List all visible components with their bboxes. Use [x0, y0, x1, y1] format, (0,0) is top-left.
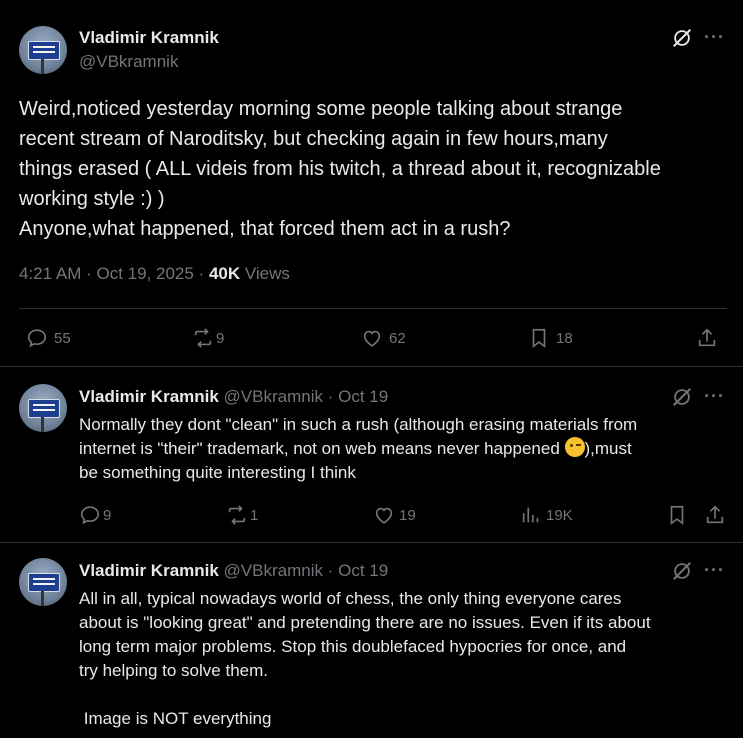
grok-icon[interactable]	[671, 560, 693, 582]
more-options-button[interactable]: ···	[704, 27, 725, 48]
tweet-text-line: things erased ( ALL videis from his twit…	[19, 158, 661, 180]
author-name[interactable]: Vladimir Kramnik	[79, 387, 219, 406]
like-count: 19	[399, 506, 416, 524]
avatar-sign-pole	[41, 59, 44, 74]
share-button[interactable]	[704, 504, 726, 526]
heart-icon	[375, 507, 393, 524]
reply-text-segment: ),must	[584, 439, 632, 458]
reply-text: All in all, typical nowadays world of ch…	[79, 587, 729, 731]
repost-button[interactable]: 9	[192, 327, 224, 349]
share-icon	[706, 505, 724, 524]
reply-icon	[80, 506, 100, 525]
more-options-button[interactable]: ···	[704, 560, 725, 581]
bookmark-icon	[670, 505, 684, 525]
reply-text-line: be something quite interesting I think	[79, 463, 356, 482]
reply-text-line: long term major problems. Stop this doub…	[79, 637, 627, 656]
repost-icon	[194, 328, 212, 348]
repost-button[interactable]: 1	[226, 504, 258, 526]
repost-count: 1	[250, 506, 259, 524]
tweet-text-line: working style :) )	[19, 188, 165, 210]
reply-count: 55	[54, 329, 71, 347]
author-handle-date[interactable]: @VBkramnik · Oct 19	[219, 387, 389, 406]
reply-text: Normally they dont "clean" in such a rus…	[79, 413, 729, 485]
bookmark-icon	[532, 328, 546, 348]
divider	[0, 366, 743, 367]
views-count: 19K	[546, 506, 573, 524]
avatar[interactable]	[19, 558, 67, 606]
views-label: Views	[240, 264, 290, 283]
reply-text-line	[79, 683, 729, 707]
bookmark-button[interactable]: 18	[528, 327, 573, 349]
like-count: 62	[389, 329, 406, 347]
tweet-text: Weird,noticed yesterday morning some peo…	[19, 94, 729, 244]
bookmark-button[interactable]	[666, 504, 688, 526]
reply-text-line: try helping to solve them.	[79, 661, 268, 680]
views-button[interactable]: 19K	[520, 504, 573, 526]
heart-icon	[363, 330, 381, 347]
author-handle-date[interactable]: @VBkramnik · Oct 19	[219, 561, 389, 580]
grok-icon[interactable]	[671, 386, 693, 408]
analytics-icon	[522, 507, 539, 523]
reply-text-line: internet is "their" trademark, not on we…	[79, 437, 729, 461]
winking-face-emoji	[564, 437, 585, 457]
bookmark-count: 18	[556, 329, 573, 347]
reply-icon	[27, 329, 47, 348]
avatar-sign	[28, 399, 60, 418]
like-button[interactable]: 19	[373, 504, 416, 526]
reply-button[interactable]: 55	[26, 327, 71, 349]
avatar-sign-pole	[41, 591, 44, 606]
tweet-text-line: Weird,noticed yesterday morning some peo…	[19, 98, 623, 120]
divider	[19, 308, 727, 309]
avatar-sign	[28, 573, 60, 592]
reply-text-line: All in all, typical nowadays world of ch…	[79, 589, 622, 608]
repost-count: 9	[216, 329, 225, 347]
repost-icon	[228, 505, 246, 525]
author-name[interactable]: Vladimir Kramnik	[79, 561, 219, 580]
tweet-text-line: Anyone,what happened, that forced them a…	[19, 218, 511, 240]
share-icon	[698, 328, 716, 347]
views-count: 40K	[208, 264, 241, 283]
more-options-button[interactable]: ···	[704, 386, 725, 407]
avatar-sign-pole	[41, 417, 44, 432]
reply-text-line: Normally they dont "clean" in such a rus…	[79, 415, 638, 434]
avatar[interactable]	[19, 384, 67, 432]
reply-button[interactable]: 9	[79, 504, 111, 526]
reply-text-line: Image is NOT everything	[79, 709, 272, 728]
reply-header[interactable]: Vladimir Kramnik @VBkramnik · Oct 19	[79, 387, 388, 407]
like-button[interactable]: 62	[361, 327, 406, 349]
author-name[interactable]: Vladimir Kramnik	[79, 28, 219, 48]
divider	[0, 542, 743, 543]
reply-text-line: about is "looking great" and pretending …	[79, 613, 651, 632]
author-handle[interactable]: @VBkramnik	[79, 52, 178, 72]
reply-text-segment: internet is "their" trademark, not on we…	[79, 439, 565, 458]
avatar-sign	[28, 41, 60, 60]
tweet-text-line: recent stream of Naroditsky, but checkin…	[19, 128, 608, 150]
tweet-timestamp[interactable]: 4:21 AM · Oct 19, 2025 · 40K Views	[19, 264, 290, 284]
avatar[interactable]	[19, 26, 67, 74]
reply-count: 9	[103, 506, 112, 524]
grok-icon[interactable]	[671, 27, 693, 49]
reply-header[interactable]: Vladimir Kramnik @VBkramnik · Oct 19	[79, 561, 388, 581]
timestamp-text[interactable]: 4:21 AM · Oct 19, 2025 ·	[19, 264, 209, 283]
share-button[interactable]	[696, 327, 718, 349]
